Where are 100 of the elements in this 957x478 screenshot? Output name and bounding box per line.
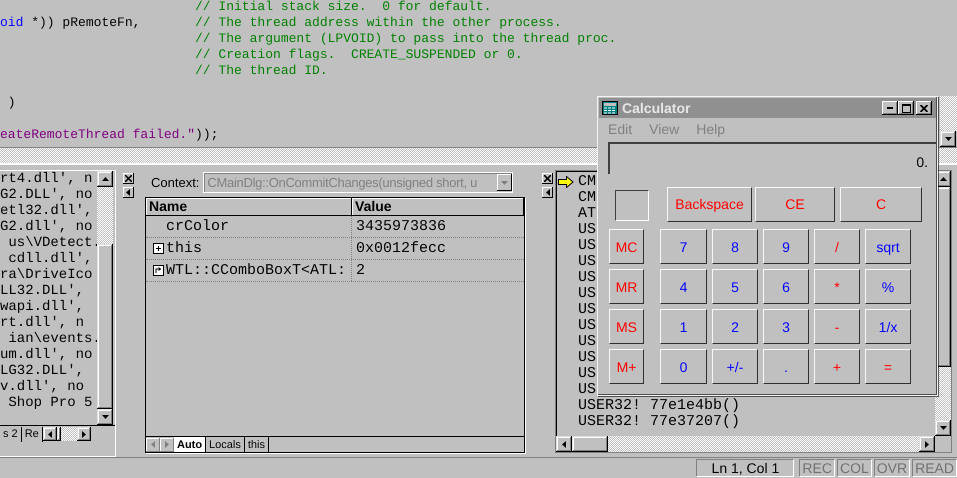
scroll-thumb[interactable]: [572, 436, 608, 452]
expand-icon[interactable]: [153, 243, 164, 254]
calculator-key[interactable]: 4: [660, 269, 707, 304]
output-line: wapi.dll',: [0, 299, 86, 315]
stack-frame[interactable]: US: [578, 318, 596, 334]
calculator-icon: [602, 101, 618, 115]
scroll-thumb[interactable]: [56, 427, 61, 441]
stack-frame[interactable]: US: [578, 366, 596, 382]
calculator-key[interactable]: 0: [660, 349, 707, 384]
code-comment: // Initial stack size. 0 for default.: [195, 0, 492, 15]
output-line: G2.dll', no: [0, 219, 94, 235]
left-arrow-icon: [546, 189, 550, 196]
dropdown-arrow-icon: [501, 180, 508, 184]
collapse-button[interactable]: [122, 187, 134, 198]
status-indicator: REC: [799, 459, 835, 477]
right-arrow-icon: [165, 441, 169, 448]
close-button[interactable]: [122, 173, 134, 184]
scroll-left-button[interactable]: [42, 427, 57, 441]
left-arrow-icon: [562, 440, 566, 448]
stack-frame[interactable]: CM: [578, 190, 596, 206]
left-arrow-icon: [151, 441, 155, 448]
stack-frame[interactable]: US: [578, 350, 596, 366]
output-line: um.dll', no: [0, 347, 94, 363]
calculator-key[interactable]: 5: [712, 269, 758, 304]
output-line: cdll.dll',: [7, 251, 94, 267]
scroll-right-button[interactable]: [76, 427, 91, 441]
stack-frame[interactable]: USER32! 77e1e4bb(): [578, 398, 740, 414]
stack-frame[interactable]: US: [578, 238, 596, 254]
code-comment: // The thread ID.: [195, 63, 328, 79]
variable-name: this: [166, 239, 202, 259]
output-line: v.dll', no: [0, 379, 86, 395]
calculator-key[interactable]: .: [763, 349, 809, 384]
scroll-down-button[interactable]: [935, 420, 951, 436]
status-indicator: COL: [836, 459, 872, 477]
stack-frame[interactable]: USER32! 77e37207(): [578, 414, 740, 430]
down-arrow-icon: [944, 137, 952, 141]
cursor-position: Ln 1, Col 1: [696, 459, 794, 477]
calculator-key[interactable]: 9: [763, 229, 809, 264]
calculator-key[interactable]: 3: [763, 309, 809, 344]
status-indicator: READ: [912, 459, 957, 477]
stack-frame[interactable]: AT: [578, 206, 596, 222]
stack-frame[interactable]: US: [578, 222, 596, 238]
scroll-thumb[interactable]: [97, 244, 113, 409]
output-line: rt.dll', n: [0, 315, 86, 331]
code-token: *)) pRemoteFn,: [30, 15, 140, 30]
scroll-right-button[interactable]: [919, 436, 935, 452]
down-arrow-icon: [102, 415, 108, 419]
variable-value: 3435973836: [356, 218, 446, 235]
stack-frame[interactable]: US: [578, 254, 596, 270]
scroll-left-button[interactable]: [556, 436, 572, 452]
output-line: LG32.DLL',: [0, 363, 86, 379]
calculator-display: 0.: [608, 142, 936, 174]
close-button[interactable]: [542, 173, 553, 184]
variable-name: WTL::CComboBoxT<ATL:: [166, 261, 346, 281]
calculator-key[interactable]: 7: [660, 229, 707, 264]
close-icon: [920, 104, 928, 112]
output-line: Shop Pro 5: [7, 395, 94, 411]
calculator-key[interactable]: 6: [763, 269, 809, 304]
code-comment: // The argument (LPVOID) to pass into the thread proc.: [195, 31, 616, 47]
calculator-key[interactable]: %: [865, 269, 911, 304]
calculator-key[interactable]: sqrt: [865, 229, 911, 264]
output-line: ra\DriveIco: [0, 267, 94, 283]
variables-tab[interactable]: Auto: [174, 437, 206, 452]
stack-frame[interactable]: US: [578, 270, 596, 286]
maximize-icon: [902, 104, 910, 112]
output-line: LL32.DLL',: [0, 283, 86, 299]
column-header[interactable]: Name: [146, 198, 352, 216]
variable-name: crColor: [166, 217, 230, 237]
maximize-button[interactable]: [898, 101, 914, 115]
output-tab[interactable]: s 2: [0, 426, 22, 442]
code-token: oid: [0, 15, 24, 30]
up-arrow-icon: [940, 177, 946, 181]
status-indicator: OVR: [874, 459, 910, 477]
output-line: ian\events.: [7, 331, 97, 347]
stack-frame[interactable]: US: [578, 334, 596, 350]
minimize-icon: [887, 107, 893, 109]
scroll-down-button[interactable]: [97, 409, 113, 425]
close-icon: [124, 175, 132, 182]
scroll-up-button[interactable]: [97, 171, 113, 187]
calculator-key[interactable]: 1/x: [865, 309, 911, 344]
calculator-key[interactable]: 1: [660, 309, 707, 344]
stack-frame[interactable]: US: [578, 382, 596, 398]
collapse-button[interactable]: [542, 187, 553, 198]
left-arrow-icon: [126, 189, 130, 196]
output-line: rt4.dll', n: [0, 171, 94, 187]
column-header[interactable]: Value: [352, 198, 524, 216]
stack-frame[interactable]: US: [578, 302, 596, 318]
stack-frame[interactable]: CM: [578, 174, 596, 190]
close-button[interactable]: [916, 101, 932, 115]
variable-value: 0x0012fecc: [356, 240, 446, 257]
minimize-button[interactable]: [882, 101, 898, 115]
output-line: us\VDetect.: [7, 235, 97, 251]
calculator-key[interactable]: +/-: [712, 349, 758, 384]
calculator-key[interactable]: 8: [712, 229, 758, 264]
close-icon: [544, 175, 551, 182]
stack-frame[interactable]: US: [578, 286, 596, 302]
output-line: G2.DLL', no: [0, 187, 94, 203]
code-comment: // Creation flags. CREATE_SUSPENDED or 0.: [195, 47, 523, 63]
calculator-key[interactable]: 2: [712, 309, 758, 344]
scroll-down-button[interactable]: [940, 131, 956, 147]
